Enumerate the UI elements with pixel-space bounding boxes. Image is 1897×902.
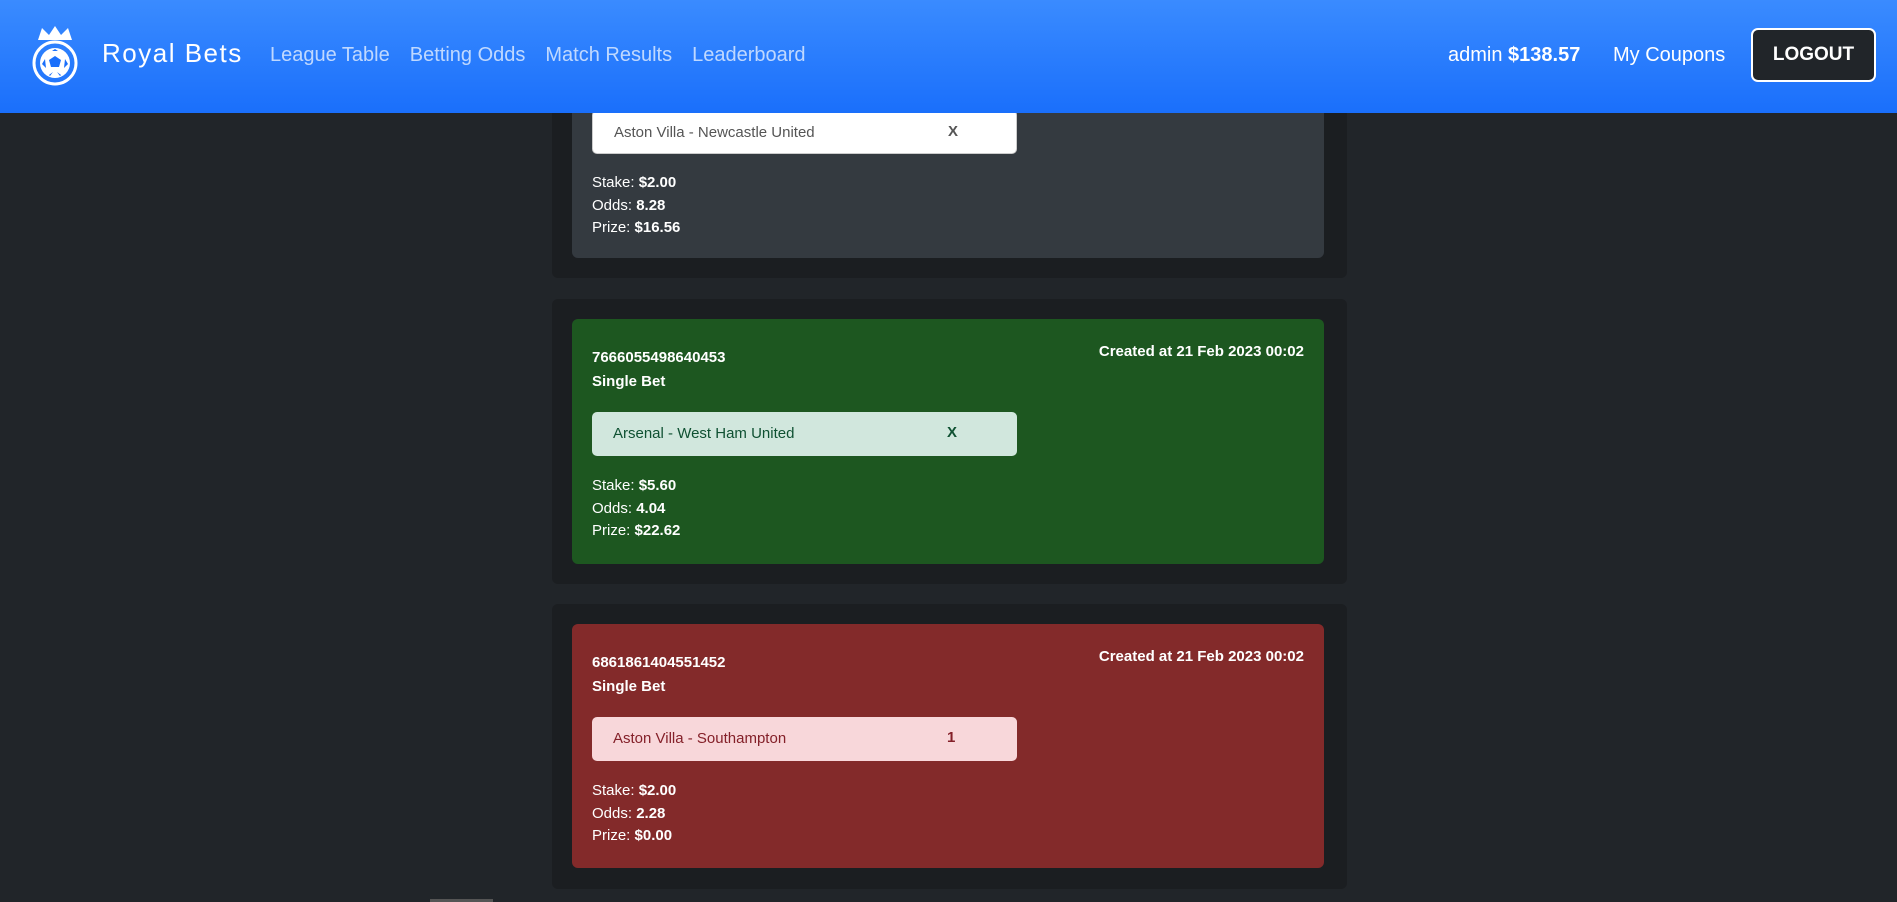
odds-row: Odds: 2.28: [592, 803, 676, 826]
prize-value: $22.62: [634, 522, 681, 539]
pick-match: Arsenal - West Ham United: [613, 425, 795, 442]
pick-match: Aston Villa - Southampton: [613, 730, 787, 747]
coupon-stats: Stake: $5.60 Odds: 4.04 Prize: $22.62: [592, 475, 680, 543]
pick-selection: X: [948, 123, 959, 140]
nav-leaderboard[interactable]: Leaderboard: [692, 44, 805, 67]
top-navbar: Royal Bets League Table Betting Odds Mat…: [0, 0, 1897, 113]
coupon-pick: Arsenal - West Ham United X: [592, 412, 1017, 456]
prize-label: Prize:: [592, 219, 631, 236]
stake-label: Stake:: [592, 477, 635, 494]
odds-label: Odds:: [592, 804, 633, 822]
coupon-card-won: 7666055498640453 Single Bet Created at 2…: [572, 319, 1324, 564]
user-balance: $138.57: [1508, 44, 1581, 66]
coupon-card-lost: 6861861404551452 Single Bet Created at 2…: [572, 624, 1324, 868]
pick-match: Aston Villa - Newcastle United: [614, 124, 815, 141]
prize-value: $16.56: [634, 219, 681, 236]
odds-row: Odds: 8.28: [592, 195, 680, 218]
odds-row: Odds: 4.04: [592, 498, 680, 521]
coupon-type: Single Bet: [592, 678, 666, 695]
odds-label: Odds:: [592, 499, 633, 517]
prize-value: $0.00: [634, 827, 673, 844]
stake-value: $2.00: [638, 782, 677, 799]
odds-value: 4.04: [636, 499, 666, 517]
stake-row: Stake: $2.00: [592, 780, 676, 803]
prize-row: Prize: $16.56: [592, 217, 680, 240]
prize-row: Prize: $22.62: [592, 520, 680, 543]
stake-label: Stake:: [592, 782, 635, 799]
stake-value: $5.60: [638, 477, 677, 494]
pick-selection: X: [947, 424, 958, 441]
coupon-stats: Stake: $2.00 Odds: 2.28 Prize: $0.00: [592, 780, 676, 848]
user-info: admin $138.57: [1448, 44, 1580, 67]
coupon-created-at: Created at 21 Feb 2023 00:02: [1098, 648, 1304, 665]
stake-row: Stake: $2.00: [592, 172, 680, 195]
prize-label: Prize:: [592, 522, 631, 539]
coupon-pick: Aston Villa - Newcastle United X: [592, 110, 1017, 154]
coupon-pick: Aston Villa - Southampton 1: [592, 717, 1017, 761]
odds-label: Odds:: [592, 196, 633, 214]
coupon-stats: Stake: $2.00 Odds: 8.28 Prize: $16.56: [592, 172, 680, 240]
nav-match-results[interactable]: Match Results: [545, 44, 672, 67]
coupon-container: 7666055498640453 Single Bet Created at 2…: [552, 299, 1347, 584]
coupon-container: 6861861404551452 Single Bet Created at 2…: [552, 604, 1347, 889]
coupon-type: Single Bet: [592, 373, 666, 390]
my-coupons-link[interactable]: My Coupons: [1613, 44, 1725, 67]
logout-button[interactable]: LOGOUT: [1751, 28, 1876, 82]
prize-label: Prize:: [592, 827, 631, 844]
prize-row: Prize: $0.00: [592, 825, 676, 848]
main-nav: League Table Betting Odds Match Results …: [270, 44, 806, 67]
odds-value: 2.28: [636, 804, 666, 822]
nav-league-table[interactable]: League Table: [270, 44, 390, 67]
coupon-created-at: Created at 21 Feb 2023 00:02: [1098, 343, 1304, 360]
stake-label: Stake:: [592, 174, 635, 191]
crowned-football-logo-icon[interactable]: [30, 26, 80, 86]
brand-name[interactable]: Royal Bets: [102, 38, 243, 69]
odds-value: 8.28: [636, 196, 666, 214]
pick-selection: 1: [947, 729, 956, 746]
coupon-id: 7666055498640453: [592, 349, 726, 366]
username: admin: [1448, 44, 1503, 66]
coupon-id: 6861861404551452: [592, 654, 726, 671]
stake-value: $2.00: [638, 174, 677, 191]
stake-row: Stake: $5.60: [592, 475, 680, 498]
nav-betting-odds[interactable]: Betting Odds: [410, 44, 526, 67]
